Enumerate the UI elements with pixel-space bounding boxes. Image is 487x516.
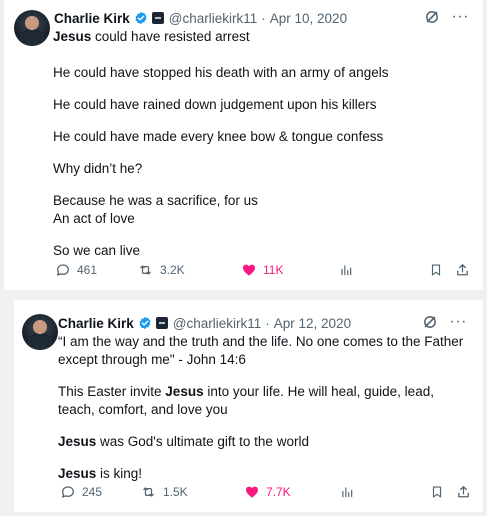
- more-icon[interactable]: ···: [450, 314, 467, 330]
- bookmark-button[interactable]: [430, 484, 444, 500]
- text-fragment: was God's ultimate gift to the world: [96, 434, 309, 449]
- tweet-card[interactable]: Charlie Kirk @charliekirk11 · Apr 10, 20…: [4, 0, 483, 290]
- retweet-button[interactable]: 3.2K: [137, 262, 185, 278]
- views-button[interactable]: [340, 484, 354, 500]
- heart-icon: [243, 264, 255, 276]
- text-fragment: This Easter invite: [58, 384, 166, 399]
- tweet-text: “I am the way and the truth and the life…: [58, 333, 474, 483]
- views-icon: [341, 265, 352, 276]
- more-icon[interactable]: ···: [452, 9, 469, 25]
- bold-jesus: Jesus: [58, 434, 97, 449]
- tweet-text: Jesus could have resisted arrest He coul…: [53, 28, 453, 260]
- tweet-paragraph: He could have made every knee bow & tong…: [53, 129, 384, 144]
- reply-button[interactable]: 245: [60, 484, 102, 500]
- bold-jesus: Jesus: [53, 29, 92, 44]
- retweet-icon: [140, 265, 151, 275]
- tweet-paragraph: He could have rained down judgement upon…: [53, 97, 377, 112]
- bookmark-icon: [431, 264, 441, 276]
- heart-icon: [246, 486, 258, 498]
- grok-icon[interactable]: [424, 9, 440, 25]
- avatar[interactable]: [22, 314, 58, 350]
- bold-jesus: Jesus: [165, 384, 204, 399]
- tweet-actions: 461 3.2K 11K: [53, 262, 473, 280]
- text-fragment: could have resisted arrest: [91, 29, 250, 44]
- tweet-top-actions: ···: [422, 314, 467, 330]
- reply-count: 461: [77, 263, 98, 277]
- reply-button[interactable]: 461: [55, 262, 97, 278]
- like-count: 11K: [263, 263, 284, 277]
- share-icon: [457, 264, 468, 276]
- affiliate-badge-icon[interactable]: [155, 317, 168, 329]
- like-button[interactable]: 7.7K: [244, 484, 291, 500]
- bookmark-button[interactable]: [429, 262, 443, 278]
- verified-badge-icon: [135, 11, 147, 25]
- retweet-count: 1.5K: [163, 485, 188, 499]
- like-button[interactable]: 11K: [241, 262, 283, 278]
- author-handle[interactable]: @charliekirk11: [173, 316, 261, 331]
- views-button[interactable]: [339, 262, 353, 278]
- bookmark-icon: [432, 486, 442, 498]
- tweet-actions: 245 1.5K 7.7K: [58, 484, 474, 502]
- tweet-paragraph: Why didn’t he?: [53, 161, 143, 176]
- tweet-paragraph: So we can live: [53, 243, 141, 258]
- retweet-button[interactable]: 1.5K: [140, 484, 188, 500]
- tweet-header: Charlie Kirk @charliekirk11 · Apr 10, 20…: [54, 8, 347, 28]
- share-button[interactable]: [456, 484, 471, 500]
- verified-badge-icon: [139, 316, 151, 330]
- grok-icon[interactable]: [422, 314, 438, 330]
- author-handle[interactable]: @charliekirk11: [169, 11, 257, 26]
- share-icon: [458, 486, 469, 498]
- avatar[interactable]: [14, 10, 50, 46]
- tweet-paragraph: This Easter invite Jesus into your life.…: [58, 383, 474, 419]
- like-count: 7.7K: [266, 485, 291, 499]
- tweet-paragraph: Jesus is king!: [58, 465, 474, 483]
- separator-dot: ·: [261, 10, 266, 26]
- tweet-top-actions: ···: [424, 9, 469, 25]
- tweet-paragraph: Because he was a sacrifice, for us: [53, 193, 258, 208]
- bold-jesus: Jesus: [58, 466, 97, 481]
- text-fragment: is king!: [96, 466, 143, 481]
- tweet-date[interactable]: Apr 12, 2020: [274, 316, 351, 331]
- retweet-count: 3.2K: [160, 263, 185, 277]
- tweet-header: Charlie Kirk @charliekirk11 · Apr 12, 20…: [58, 313, 351, 333]
- tweet-paragraph: An act of love: [53, 211, 135, 226]
- share-button[interactable]: [455, 262, 470, 278]
- tweet-card[interactable]: Charlie Kirk @charliekirk11 · Apr 12, 20…: [14, 300, 483, 512]
- separator-dot: ·: [265, 315, 270, 331]
- tweet-paragraph: Jesus could have resisted arrest: [53, 28, 453, 46]
- author-name[interactable]: Charlie Kirk: [58, 316, 134, 331]
- retweet-icon: [143, 487, 154, 497]
- author-name[interactable]: Charlie Kirk: [54, 11, 130, 26]
- reply-icon: [62, 486, 74, 498]
- views-icon: [342, 487, 353, 498]
- tweet-paragraph: Jesus was God's ultimate gift to the wor…: [58, 433, 474, 451]
- affiliate-badge-icon[interactable]: [151, 12, 164, 24]
- tweet-paragraph: “I am the way and the truth and the life…: [58, 334, 464, 367]
- reply-icon: [57, 264, 69, 276]
- reply-count: 245: [82, 485, 103, 499]
- tweet-paragraph: He could have stopped his death with an …: [53, 65, 389, 80]
- tweet-date[interactable]: Apr 10, 2020: [270, 11, 347, 26]
